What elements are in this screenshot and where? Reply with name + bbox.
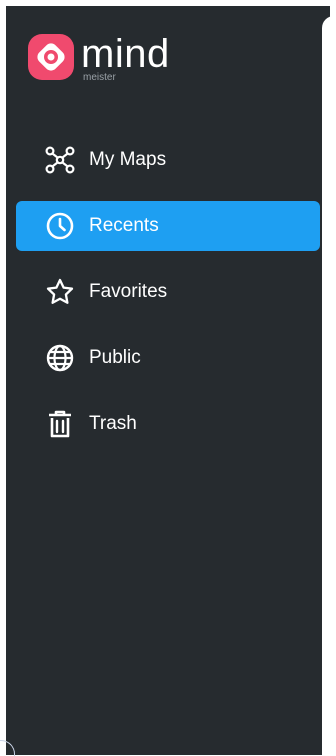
sidebar-item-recents[interactable]: Recents <box>16 201 320 251</box>
trash-icon <box>44 408 76 440</box>
map-network-icon <box>44 144 76 176</box>
sidebar-nav: My Maps Recents Favorites Public Trash <box>16 135 320 465</box>
sidebar: mind meister My Maps Recents Favorites P… <box>6 6 330 755</box>
brand-subtitle: meister <box>83 72 116 83</box>
brand-name: mind <box>81 32 170 76</box>
sidebar-item-my-maps[interactable]: My Maps <box>16 135 320 185</box>
sidebar-item-label: Favorites <box>89 281 168 302</box>
mindmeister-logo-icon <box>28 34 74 80</box>
brand[interactable]: mind meister <box>28 34 170 86</box>
main-content-edge <box>322 16 336 755</box>
sidebar-item-favorites[interactable]: Favorites <box>16 267 320 317</box>
sidebar-item-label: Trash <box>89 413 137 434</box>
clock-icon <box>44 210 76 242</box>
sidebar-item-label: Recents <box>89 215 159 236</box>
sidebar-item-label: My Maps <box>89 149 167 170</box>
sidebar-item-public[interactable]: Public <box>16 333 320 383</box>
sidebar-item-label: Public <box>89 347 141 368</box>
sidebar-item-trash[interactable]: Trash <box>16 399 320 449</box>
brand-text: mind meister <box>81 34 170 84</box>
star-icon <box>44 276 76 308</box>
globe-icon <box>44 342 76 374</box>
